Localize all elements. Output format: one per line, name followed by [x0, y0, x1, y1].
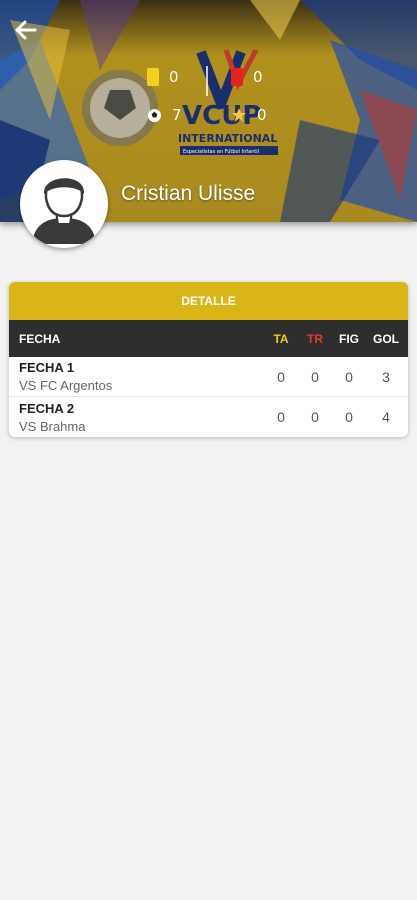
row-fecha: FECHA 1 — [19, 360, 75, 375]
match-detail-card: DETALLE FECHA TA TR FIG GOL FECHA 1 VS F… — [9, 282, 408, 437]
row-gol: 4 — [382, 409, 390, 425]
star-icon — [232, 108, 246, 122]
row-ta: 0 — [277, 409, 285, 425]
row-tr: 0 — [311, 409, 319, 425]
row-fecha: FECHA 2 — [19, 400, 75, 416]
yellow-card-icon — [147, 68, 159, 86]
red-cards-count: 0 — [253, 68, 263, 86]
yellow-cards-stat: 0 — [147, 68, 179, 86]
row-rival: VS FC Argentos — [19, 378, 113, 393]
yellow-cards-count: 0 — [169, 68, 179, 86]
row-tr: 0 — [311, 368, 319, 385]
column-tr: TR — [307, 331, 323, 346]
row-gol: 3 — [382, 368, 390, 385]
figure-count: 0 — [257, 106, 267, 124]
goals-count: 7 — [172, 106, 182, 124]
stats-divider — [206, 66, 208, 96]
red-cards-stat: 0 — [231, 68, 263, 86]
goals-stat: 7 — [147, 106, 182, 124]
column-fecha: FECHA — [19, 331, 61, 346]
row-rival: VS Brahma — [19, 418, 86, 434]
red-card-icon — [231, 68, 243, 86]
figure-stat: 0 — [231, 106, 267, 124]
arrow-left-icon — [15, 20, 37, 40]
player-avatar — [20, 160, 108, 248]
row-fig: 0 — [345, 368, 353, 385]
vcup-logo: VCUP INTERNATIONAL Especialistas en Fútb… — [178, 48, 278, 155]
table-row[interactable]: FECHA 2 VS Brahma 0 0 0 4 — [9, 397, 408, 437]
back-button[interactable] — [10, 14, 42, 46]
row-ta: 0 — [277, 368, 285, 385]
soccer-ball-icon — [147, 108, 162, 122]
player-name: Cristian Ulisse — [121, 182, 256, 205]
column-ta: TA — [273, 331, 289, 346]
column-gol: GOL — [373, 331, 399, 346]
logo-subtitle: INTERNATIONAL — [178, 132, 277, 145]
column-header-row: FECHA TA TR FIG GOL — [9, 320, 408, 357]
column-fig: FIG — [339, 331, 359, 346]
logo-tagline: Especialistas en Fútbol Infantil — [183, 148, 259, 155]
detail-header: DETALLE — [9, 282, 408, 320]
row-fig: 0 — [345, 409, 353, 425]
detail-title: DETALLE — [181, 294, 236, 308]
user-placeholder-icon — [24, 164, 104, 244]
table-row[interactable]: FECHA 1 VS FC Argentos 0 0 0 3 — [9, 357, 408, 397]
